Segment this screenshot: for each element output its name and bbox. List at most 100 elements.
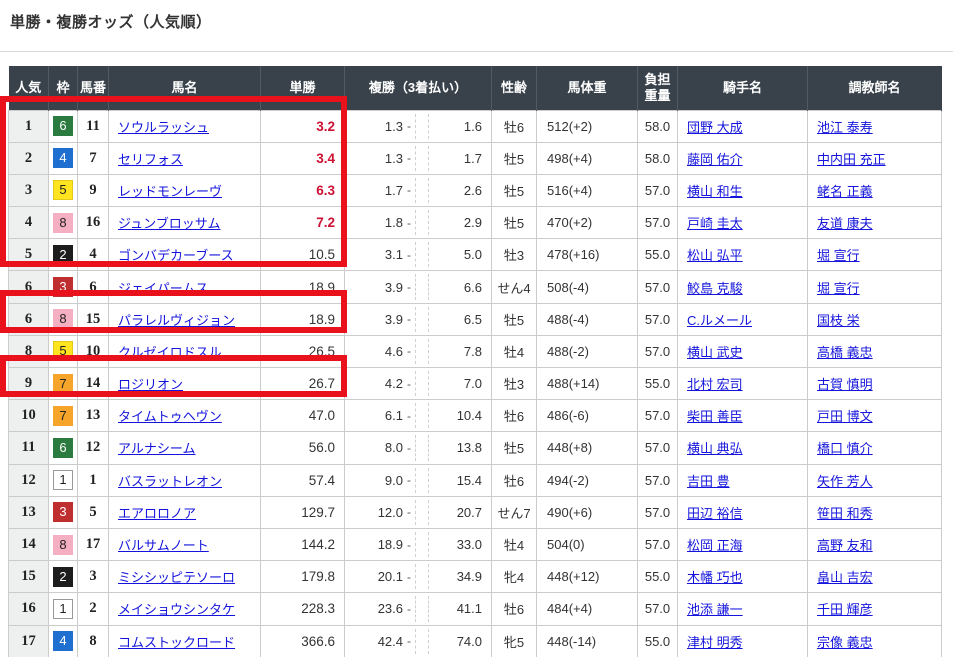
jockey-link[interactable]: 鮫島 克駿 [687, 281, 743, 296]
sex-age-cell: 牡6 [492, 464, 537, 496]
trainer-link[interactable]: 宗像 義忠 [817, 635, 873, 650]
jockey-link[interactable]: 木幡 巧也 [687, 570, 743, 585]
horse-name-link[interactable]: エアロロノア [118, 506, 196, 521]
table-row: 16 1 2 メイショウシンタケ 228.3 23.6 - 41.1 牡6 48… [9, 593, 942, 625]
jockey-link[interactable]: 横山 典弘 [687, 441, 743, 456]
impost-cell: 58.0 [638, 142, 678, 174]
win-odds: 10.5 [309, 247, 335, 262]
horse-name-link[interactable]: タイムトゥヘヴン [118, 409, 222, 424]
place-odds-cell: 6.1 - 10.4 [345, 400, 492, 432]
win-odds: 6.3 [316, 183, 335, 198]
horse-name-link[interactable]: バルサムノート [118, 538, 209, 553]
trainer-link[interactable]: 中内田 充正 [817, 152, 886, 167]
trainer-link[interactable]: 蛯名 正義 [817, 184, 873, 199]
place-odds-cell: 9.0 - 15.4 [345, 464, 492, 496]
jockey-link[interactable]: 柴田 善臣 [687, 409, 743, 424]
horse-name-link[interactable]: ソウルラッシュ [118, 120, 209, 135]
sex-age-cell: 牡5 [492, 142, 537, 174]
horse-name-link[interactable]: ジェイパームス [118, 281, 208, 296]
trainer-link[interactable]: 戸田 博文 [817, 409, 873, 424]
trainer-link[interactable]: 堀 宣行 [817, 281, 860, 296]
place-odds-divider [415, 435, 429, 460]
horse-name-link[interactable]: ゴンバデカーブース [118, 248, 234, 263]
jockey-link[interactable]: 松山 弘平 [687, 248, 743, 263]
place-odds-high: 20.7 [429, 505, 491, 520]
place-odds-divider [415, 339, 429, 364]
header-horse: 馬名 [109, 66, 261, 110]
trainer-link[interactable]: 橋口 慎介 [817, 441, 873, 456]
jockey-cell: 横山 和生 [678, 174, 808, 206]
horse-number-cell: 8 [78, 625, 109, 657]
trainer-cell: 矢作 芳人 [808, 464, 942, 496]
trainer-link[interactable]: 友道 康夫 [817, 216, 873, 231]
frame-cell: 8 [49, 528, 78, 560]
horse-weight-cell: 488(-2) [537, 335, 638, 367]
jockey-link[interactable]: 戸崎 圭太 [687, 216, 743, 231]
horse-number-cell: 10 [78, 335, 109, 367]
horse-name-cell: ゴンバデカーブース [109, 239, 261, 271]
jockey-link[interactable]: 横山 武史 [687, 345, 743, 360]
win-odds-cell: 18.9 [261, 271, 345, 303]
rank-cell: 4 [9, 207, 49, 239]
jockey-link[interactable]: C.ルメール [687, 313, 752, 328]
win-odds: 228.3 [301, 601, 335, 616]
horse-name-link[interactable]: セリフォス [118, 152, 183, 167]
trainer-link[interactable]: 堀 宣行 [817, 248, 860, 263]
jockey-link[interactable]: 津村 明秀 [687, 635, 743, 650]
jockey-link[interactable]: 松岡 正海 [687, 538, 743, 553]
horse-name-link[interactable]: メイショウシンタケ [118, 602, 235, 617]
jockey-link[interactable]: 北村 宏司 [687, 377, 743, 392]
horse-name-link[interactable]: レッドモンレーヴ [118, 184, 222, 199]
table-row: 4 8 16 ジュンブロッサム 7.2 1.8 - 2.9 牡5 470(+2)… [9, 207, 942, 239]
trainer-link[interactable]: 古賀 慎明 [817, 377, 873, 392]
impost-cell: 57.0 [638, 464, 678, 496]
trainer-link[interactable]: 国枝 栄 [817, 313, 860, 328]
horse-name-cell: パラレルヴィジョン [109, 303, 261, 335]
horse-name-link[interactable]: バスラットレオン [118, 474, 222, 489]
horse-name-link[interactable]: ミシシッピテソーロ [118, 570, 235, 585]
win-odds: 26.5 [309, 344, 335, 359]
horse-name-link[interactable]: ロジリオン [118, 377, 183, 392]
win-odds-cell: 3.4 [261, 142, 345, 174]
frame-badge: 7 [53, 406, 73, 426]
jockey-link[interactable]: 横山 和生 [687, 184, 743, 199]
place-odds-high: 41.1 [429, 601, 491, 616]
place-odds-high: 10.4 [429, 408, 491, 423]
place-odds-low: 3.9 [345, 312, 403, 327]
trainer-link[interactable]: 高野 友和 [817, 538, 873, 553]
impost-cell: 57.0 [638, 593, 678, 625]
horse-name-link[interactable]: ジュンブロッサム [118, 216, 220, 231]
horse-name-link[interactable]: パラレルヴィジョン [118, 313, 235, 328]
sex-age-cell: 牡5 [492, 207, 537, 239]
trainer-link[interactable]: 矢作 芳人 [817, 474, 873, 489]
horse-weight-cell: 448(+12) [537, 561, 638, 593]
horse-name-link[interactable]: アルナシーム [118, 441, 195, 456]
frame-badge: 4 [53, 631, 73, 651]
place-odds-high: 74.0 [429, 634, 491, 649]
place-odds-low: 1.8 [345, 215, 403, 230]
trainer-link[interactable]: 笹田 和秀 [817, 506, 873, 521]
trainer-link[interactable]: 千田 輝彦 [817, 602, 873, 617]
impost-cell: 57.0 [638, 432, 678, 464]
place-odds-separator: - [403, 409, 415, 423]
jockey-link[interactable]: 田辺 裕信 [687, 506, 743, 521]
sex-age-cell: 牡3 [492, 368, 537, 400]
jockey-link[interactable]: 吉田 豊 [687, 474, 730, 489]
horse-name-link[interactable]: コムストックロード [118, 635, 235, 650]
jockey-link[interactable]: 池添 謙一 [687, 602, 743, 617]
jockey-link[interactable]: 団野 大成 [687, 120, 743, 135]
sex-age-cell: 牝5 [492, 625, 537, 657]
win-odds-cell: 366.6 [261, 625, 345, 657]
win-odds-cell: 6.3 [261, 174, 345, 206]
odds-table-wrap: 人気 枠 馬番 馬名 単勝 複勝（3着払い） 性齢 馬体重 負担重量 騎手名 調… [8, 66, 945, 657]
win-odds: 56.0 [309, 440, 335, 455]
trainer-link[interactable]: 高橋 義忠 [817, 345, 873, 360]
trainer-link[interactable]: 畠山 吉宏 [817, 570, 873, 585]
place-odds-low: 20.1 [345, 569, 403, 584]
trainer-link[interactable]: 池江 泰寿 [817, 120, 873, 135]
rank-cell: 10 [9, 400, 49, 432]
horse-name-cell: バルサムノート [109, 528, 261, 560]
jockey-link[interactable]: 藤岡 佑介 [687, 152, 743, 167]
horse-name-link[interactable]: クルゼイロドスル [118, 345, 222, 360]
rank-cell: 12 [9, 464, 49, 496]
